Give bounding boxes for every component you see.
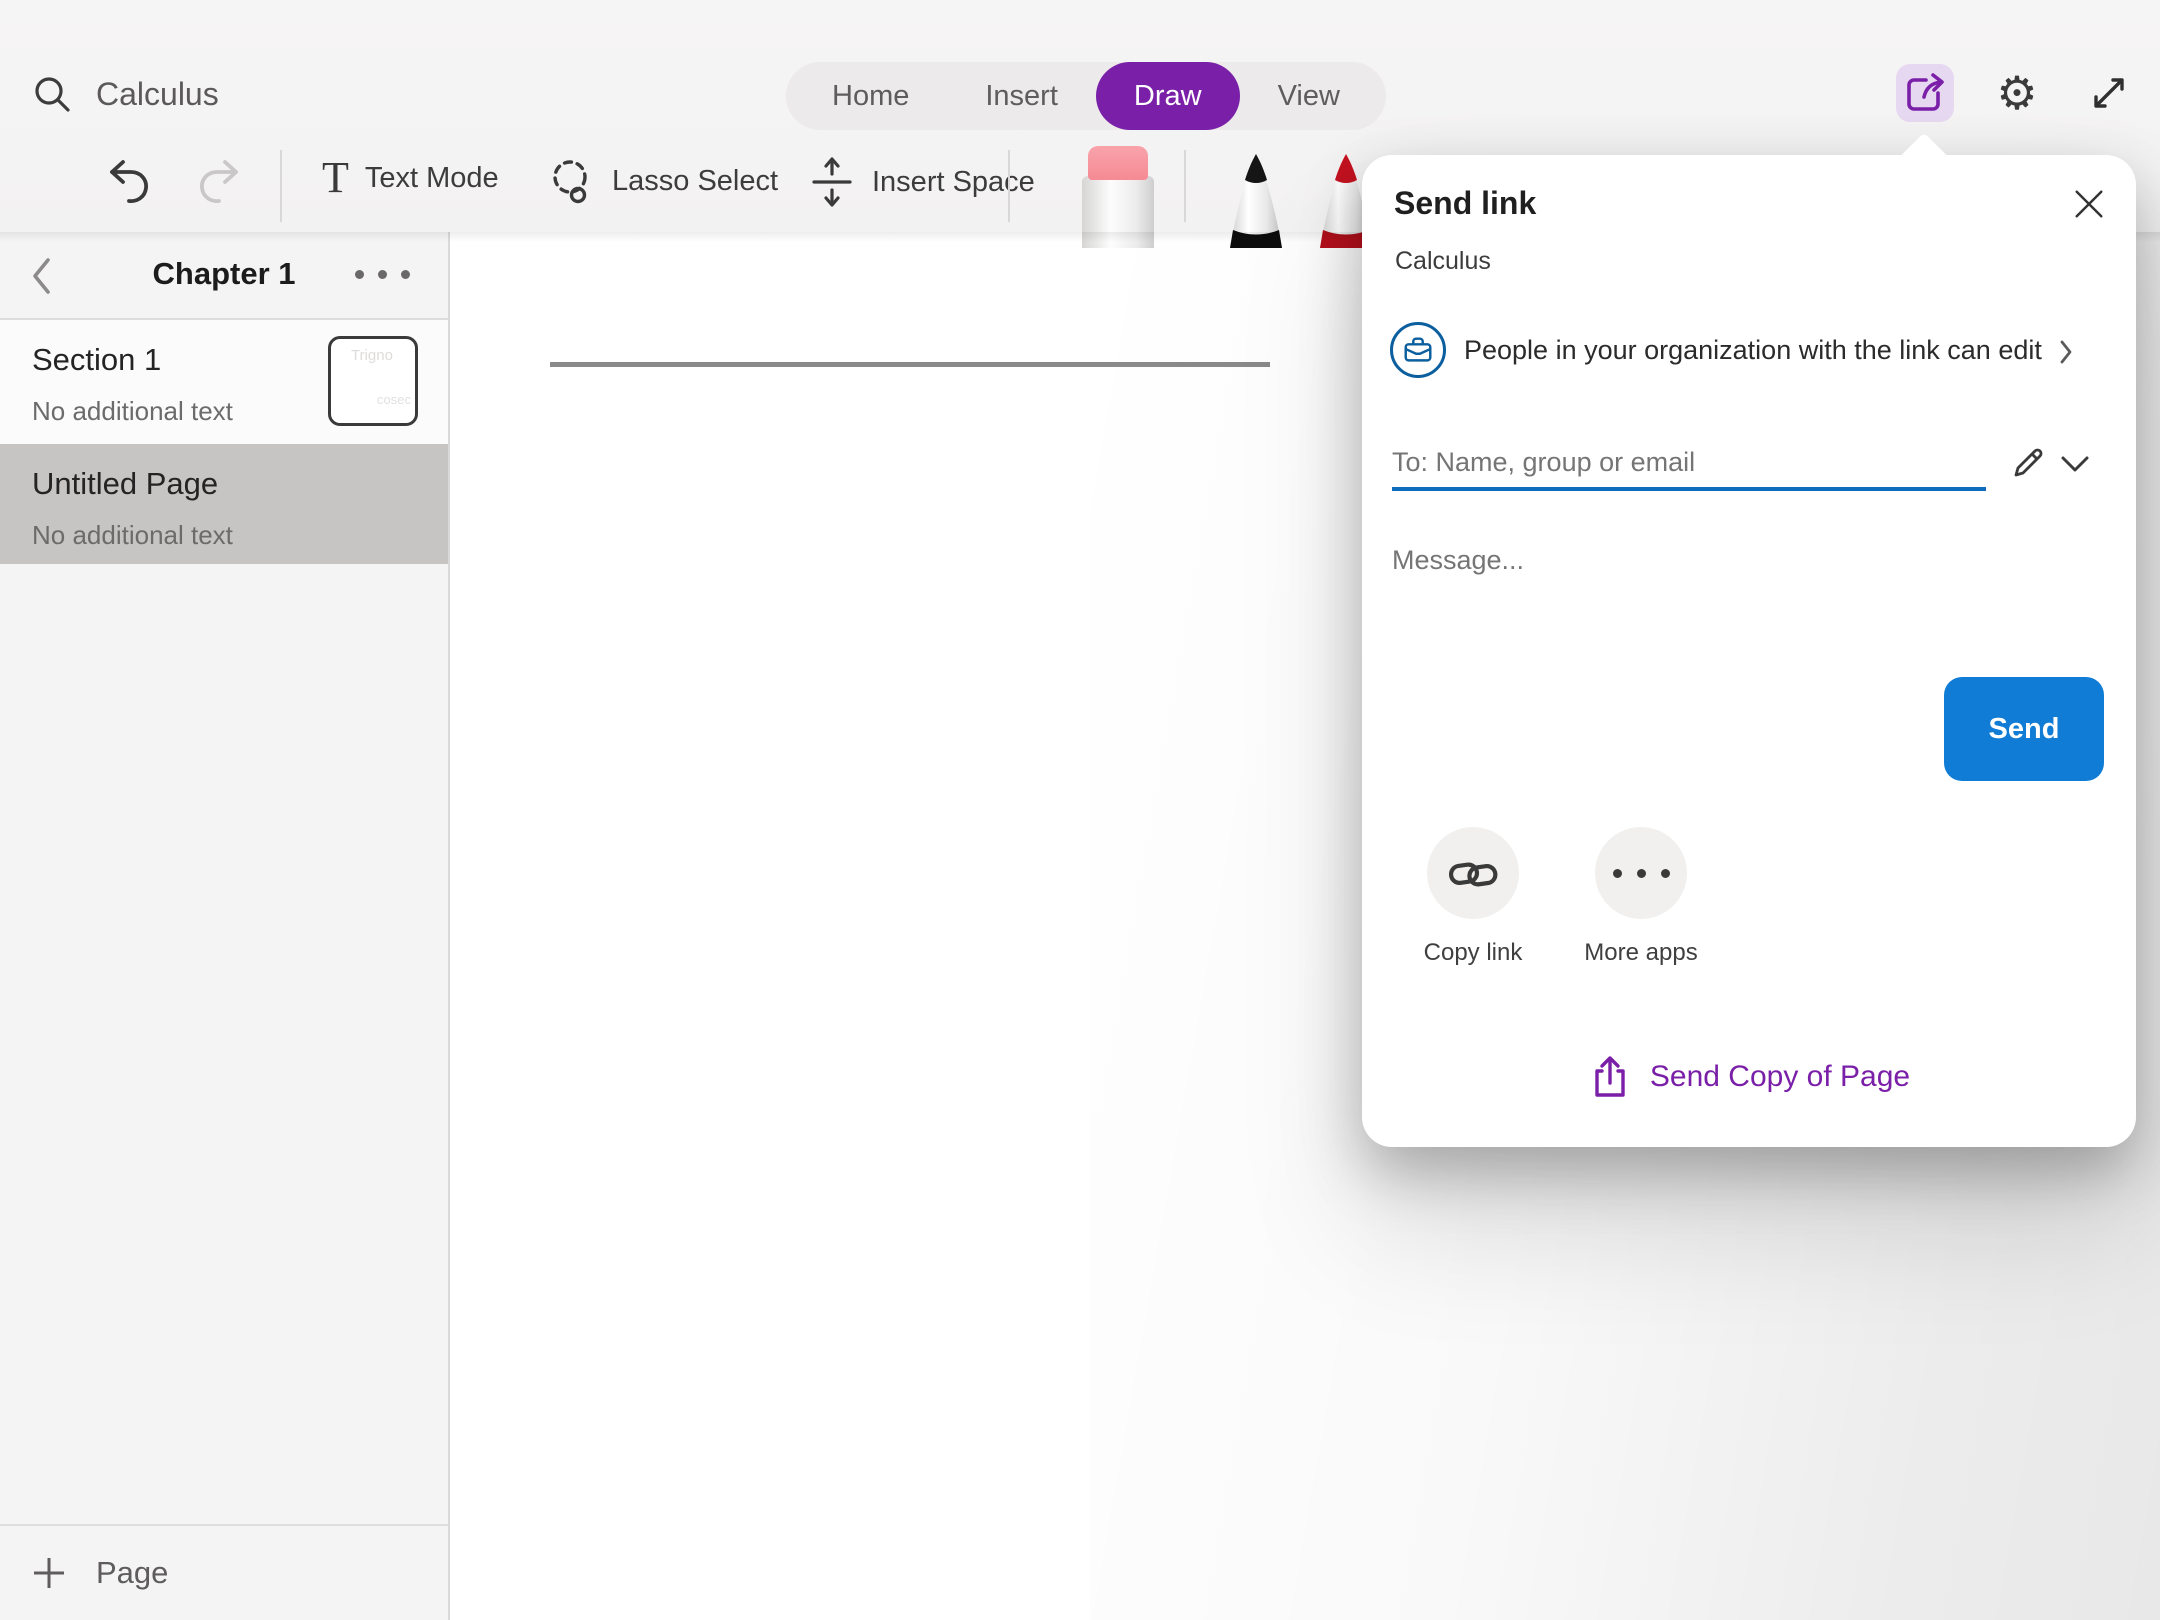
toolbar-divider: [1184, 150, 1186, 222]
redo-button[interactable]: [196, 156, 244, 204]
thumbnail-ink-text: cosec: [377, 392, 411, 407]
notebook-search[interactable]: Calculus: [30, 72, 219, 116]
share-button[interactable]: [1896, 64, 1954, 122]
recipient-input[interactable]: [1392, 437, 1986, 487]
insert-space-button[interactable]: Insert Space: [806, 156, 1035, 208]
text-mode-label: Text Mode: [365, 162, 499, 195]
chevron-down-icon: [2060, 455, 2090, 473]
organization-icon: [1390, 322, 1446, 378]
thumbnail-ink-text: Trigno: [351, 347, 393, 364]
lasso-icon: [546, 156, 596, 206]
edit-permission-button[interactable]: [2006, 441, 2050, 485]
briefcase-icon: [1401, 333, 1435, 367]
settings-button[interactable]: ⚙: [1988, 64, 2046, 122]
gear-icon: ⚙: [1996, 70, 2037, 116]
tab-view[interactable]: View: [1240, 62, 1378, 130]
pencil-icon: [2008, 443, 2048, 483]
permission-text: People in your organization with the lin…: [1464, 335, 2042, 366]
ribbon-tabs: Home Insert Draw View: [786, 62, 1386, 130]
recipient-dropdown-button[interactable]: [2060, 455, 2090, 473]
dialog-title: Send link: [1394, 185, 1536, 222]
send-copy-of-page-button[interactable]: Send Copy of Page: [1362, 1051, 2136, 1103]
sidebar-header: Chapter 1: [0, 232, 448, 320]
undo-button[interactable]: [104, 156, 152, 204]
black-pen-tool[interactable]: [1216, 150, 1296, 248]
notebook-title: Calculus: [96, 76, 219, 113]
toolbar-divider: [280, 150, 282, 222]
add-page-button[interactable]: Page: [0, 1524, 448, 1620]
close-icon: [2072, 187, 2106, 221]
lasso-select-label: Lasso Select: [612, 165, 778, 198]
send-copy-label: Send Copy of Page: [1650, 1060, 1910, 1094]
tab-draw[interactable]: Draw: [1096, 62, 1240, 130]
redo-icon: [196, 156, 244, 204]
undo-icon: [104, 156, 152, 204]
send-button[interactable]: Send: [1944, 677, 2104, 781]
tab-insert[interactable]: Insert: [947, 62, 1096, 130]
page-thumbnail: Trigno cosec: [328, 336, 418, 426]
text-mode-button[interactable]: T Text Mode: [322, 156, 499, 200]
fullscreen-button[interactable]: [2080, 64, 2138, 122]
dialog-subtitle: Calculus: [1395, 247, 1491, 276]
more-apps-label: More apps: [1561, 939, 1721, 967]
copy-link-button[interactable]: [1427, 827, 1519, 919]
eraser-body-icon: [1082, 176, 1154, 248]
section-menu-button[interactable]: [355, 270, 410, 279]
eraser-cap-icon: [1088, 146, 1148, 180]
ellipsis-icon: [1613, 869, 1670, 878]
copy-link-label: Copy link: [1393, 939, 1553, 967]
send-link-dialog: Send link Calculus People in your organi…: [1362, 155, 2136, 1147]
page-sidebar: Chapter 1 Section 1 No additional text T…: [0, 232, 450, 1620]
recipient-field-wrap: [1392, 437, 1986, 491]
plus-icon: [30, 1554, 68, 1592]
message-input[interactable]: [1392, 533, 2092, 587]
page-list-item-section1[interactable]: Section 1 No additional text Trigno cose…: [0, 320, 448, 444]
ellipsis-icon: [355, 270, 364, 279]
chevron-right-icon: [2058, 338, 2074, 366]
insert-space-label: Insert Space: [872, 166, 1035, 199]
page-subtitle: No additional text: [32, 520, 448, 551]
share-up-icon: [1588, 1053, 1632, 1101]
link-icon: [1447, 851, 1499, 895]
toolbar-divider: [1008, 150, 1010, 222]
share-icon: [1901, 69, 1949, 117]
expand-icon: [2087, 71, 2131, 115]
eraser-tool[interactable]: [1082, 146, 1154, 248]
text-mode-icon: T: [322, 156, 349, 200]
message-field-wrap: [1392, 533, 2092, 587]
add-page-label: Page: [96, 1555, 168, 1591]
insert-space-icon: [806, 156, 856, 208]
top-right-actions: ⚙: [1896, 64, 2138, 122]
more-apps-button[interactable]: [1595, 827, 1687, 919]
tab-home[interactable]: Home: [794, 62, 947, 130]
search-icon: [30, 72, 74, 116]
close-button[interactable]: [2066, 181, 2112, 227]
black-pen-icon: [1216, 150, 1296, 248]
link-permission-row[interactable]: People in your organization with the lin…: [1390, 321, 2090, 379]
page-title: Untitled Page: [32, 466, 448, 502]
page-list-item-untitled[interactable]: Untitled Page No additional text: [0, 444, 448, 564]
lasso-select-button[interactable]: Lasso Select: [546, 156, 778, 206]
